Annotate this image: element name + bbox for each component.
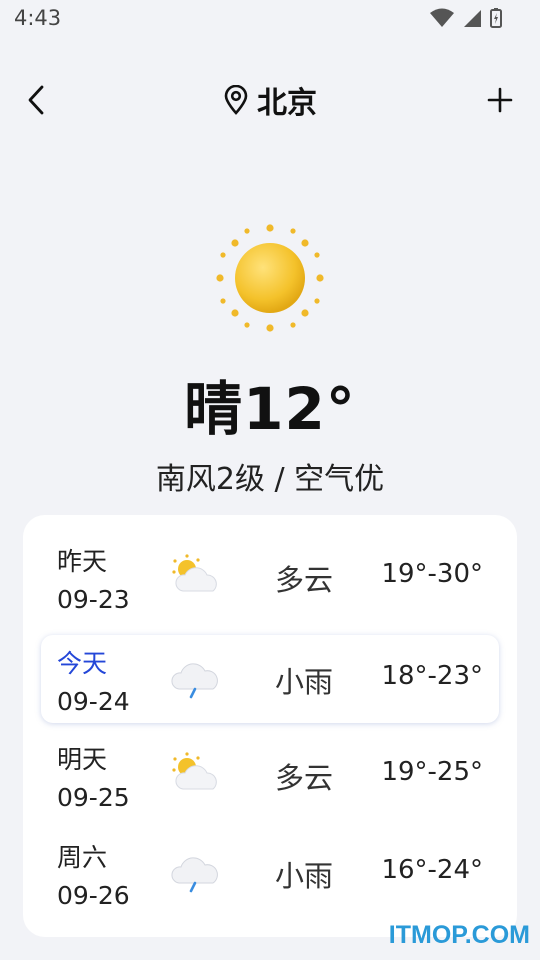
forecast-row-saturday[interactable]: 周六 09-26 小雨 16°-24° <box>23 829 517 917</box>
forecast-row-tomorrow[interactable]: 明天 09-25 多云 19°-25° <box>23 731 517 819</box>
partly-cloudy-icon <box>172 752 217 790</box>
watermark: ITMOP.COM <box>388 921 530 949</box>
sunny-icon <box>216 224 324 332</box>
light-rain-icon <box>171 663 218 699</box>
day-date: 09-24 <box>57 687 130 716</box>
city-title[interactable]: 北京 <box>0 78 540 122</box>
condition-text: 多云 <box>275 563 334 597</box>
current-condition-temp: 晴12° <box>184 375 356 443</box>
light-rain-icon <box>171 857 218 893</box>
city-name: 北京 <box>257 86 317 121</box>
status-icons <box>430 8 502 28</box>
temp-range: 19°-30° <box>381 559 483 589</box>
day-label: 周六 09-26 <box>57 839 130 915</box>
status-bar: 4:43 <box>0 0 540 40</box>
battery-icon <box>490 8 502 28</box>
day-date: 09-26 <box>57 881 130 910</box>
day-date: 09-25 <box>57 783 130 812</box>
day-name: 明天 <box>57 745 108 774</box>
plus-icon <box>487 87 513 113</box>
temp-range: 19°-25° <box>381 757 483 787</box>
day-label: 今天 09-24 <box>57 645 130 721</box>
condition-text: 小雨 <box>275 665 334 699</box>
day-name: 今天 <box>57 649 108 678</box>
partly-cloudy-icon <box>172 554 217 592</box>
day-label: 明天 09-25 <box>57 741 130 817</box>
day-name: 昨天 <box>57 547 108 576</box>
day-date: 09-23 <box>57 585 130 614</box>
day-name: 周六 <box>57 843 108 872</box>
forecast-row-yesterday[interactable]: 昨天 09-23 多云 19°-30° <box>23 533 517 621</box>
forecast-row-today[interactable]: 今天 09-24 小雨 18°-23° <box>41 635 499 723</box>
current-wind-air: 南风2级 / 空气优 <box>155 462 385 497</box>
signal-icon <box>464 10 481 27</box>
top-bar: 北京 <box>0 70 540 130</box>
wifi-icon <box>430 8 454 27</box>
add-city-button[interactable] <box>482 82 518 118</box>
status-time: 4:43 <box>14 6 62 30</box>
location-pin-icon <box>224 85 248 115</box>
forecast-card: 昨天 09-23 多云 19°-30° 今天 09-24 小雨 18°-23° … <box>23 515 517 937</box>
condition-text: 多云 <box>275 761 334 795</box>
temp-range: 18°-23° <box>381 661 483 691</box>
condition-text: 小雨 <box>275 859 334 893</box>
temp-range: 16°-24° <box>381 855 483 885</box>
day-label: 昨天 09-23 <box>57 543 130 619</box>
